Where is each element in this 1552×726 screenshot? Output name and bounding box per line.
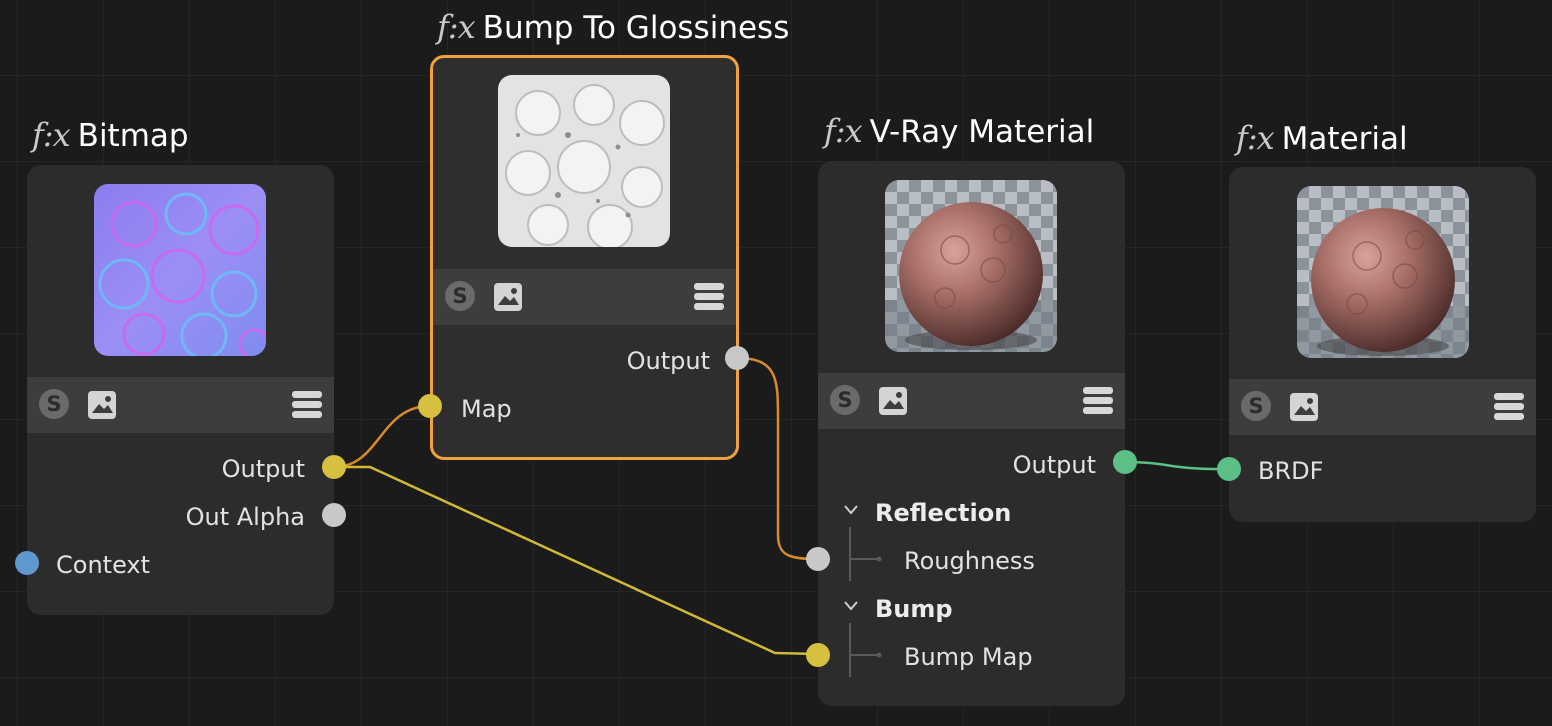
image-icon[interactable] — [87, 390, 117, 420]
bump-glossiness-toolbar: S — [433, 269, 736, 325]
vray-material-node[interactable]: S Output Reflection Roughness Bump Bump … — [818, 161, 1125, 706]
wire-bump-glossiness-output-to-roughness — [736, 356, 819, 561]
fx-icon: f:x — [824, 112, 863, 150]
tree-connector — [849, 623, 882, 677]
s-badge-icon[interactable]: S — [830, 385, 860, 415]
vray-roughness-label: Roughness — [904, 547, 1035, 575]
bitmap-node[interactable]: S Output Out Alpha Context — [27, 165, 334, 615]
bitmap-context-port[interactable] — [15, 551, 39, 575]
menu-icon[interactable] — [1494, 392, 1524, 422]
material-node-title: f:x Material — [1236, 119, 1408, 157]
s-badge-icon[interactable]: S — [39, 389, 69, 419]
wire-bitmap-output-to-bump-map — [334, 465, 819, 656]
vray-material-sphere-thumbnail — [885, 180, 1057, 352]
fx-icon: f:x — [32, 116, 71, 154]
material-brdf-port[interactable] — [1217, 457, 1241, 481]
vray-material-toolbar: S — [818, 373, 1125, 429]
bump-glossiness-map-label: Map — [461, 395, 512, 423]
bitmap-out-alpha-label: Out Alpha — [185, 503, 305, 531]
bump-glossiness-node-title: f:x Bump To Glossiness — [437, 8, 789, 46]
vray-material-title-label: V-Ray Material — [869, 114, 1095, 150]
s-badge-icon[interactable]: S — [1241, 391, 1271, 421]
vray-material-node-title: f:x V-Ray Material — [824, 112, 1094, 150]
bump-glossiness-map-port[interactable] — [418, 394, 442, 418]
menu-icon[interactable] — [694, 282, 724, 312]
bitmap-toolbar: S — [27, 377, 334, 433]
s-badge-icon[interactable]: S — [445, 281, 475, 311]
wire-bitmap-output-to-map — [333, 404, 431, 469]
bump-glossiness-title-label: Bump To Glossiness — [482, 10, 790, 46]
material-brdf-label: BRDF — [1258, 457, 1324, 485]
image-icon[interactable] — [493, 282, 523, 312]
bitmap-output-port[interactable] — [322, 455, 346, 479]
fx-icon: f:x — [437, 8, 476, 46]
bitmap-output-label: Output — [221, 455, 305, 483]
bitmap-normal-map-thumbnail — [94, 184, 266, 356]
vray-material-output-port[interactable] — [1113, 450, 1137, 474]
tree-connector — [849, 527, 882, 581]
bump-glossiness-output-label: Output — [626, 347, 710, 375]
material-title-label: Material — [1281, 121, 1408, 157]
wire-vray-output-to-brdf — [1124, 460, 1230, 471]
bitmap-node-title: f:x Bitmap — [32, 116, 189, 154]
bump-glossiness-thumbnail — [498, 75, 670, 247]
bump-glossiness-output-port[interactable] — [725, 346, 749, 370]
material-node[interactable]: S BRDF — [1229, 167, 1536, 522]
material-sphere-thumbnail — [1297, 186, 1469, 358]
menu-icon[interactable] — [292, 390, 322, 420]
vray-material-output-label: Output — [1012, 451, 1096, 479]
bitmap-title-label: Bitmap — [77, 118, 189, 154]
vray-bump-map-label: Bump Map — [904, 643, 1033, 671]
vray-group-bump-label[interactable]: Bump — [875, 595, 953, 623]
chevron-down-icon[interactable] — [844, 505, 858, 515]
bump-glossiness-node[interactable]: S Output Map — [430, 55, 739, 460]
vray-group-reflection-label[interactable]: Reflection — [875, 499, 1011, 527]
image-icon[interactable] — [1289, 392, 1319, 422]
image-icon[interactable] — [878, 386, 908, 416]
material-toolbar: S — [1229, 379, 1536, 435]
menu-icon[interactable] — [1083, 386, 1113, 416]
bitmap-out-alpha-port[interactable] — [322, 503, 346, 527]
fx-icon: f:x — [1236, 119, 1275, 157]
bitmap-context-label: Context — [56, 551, 151, 579]
vray-roughness-port[interactable] — [806, 547, 830, 571]
chevron-down-icon[interactable] — [844, 601, 858, 611]
vray-bump-map-port[interactable] — [806, 643, 830, 667]
